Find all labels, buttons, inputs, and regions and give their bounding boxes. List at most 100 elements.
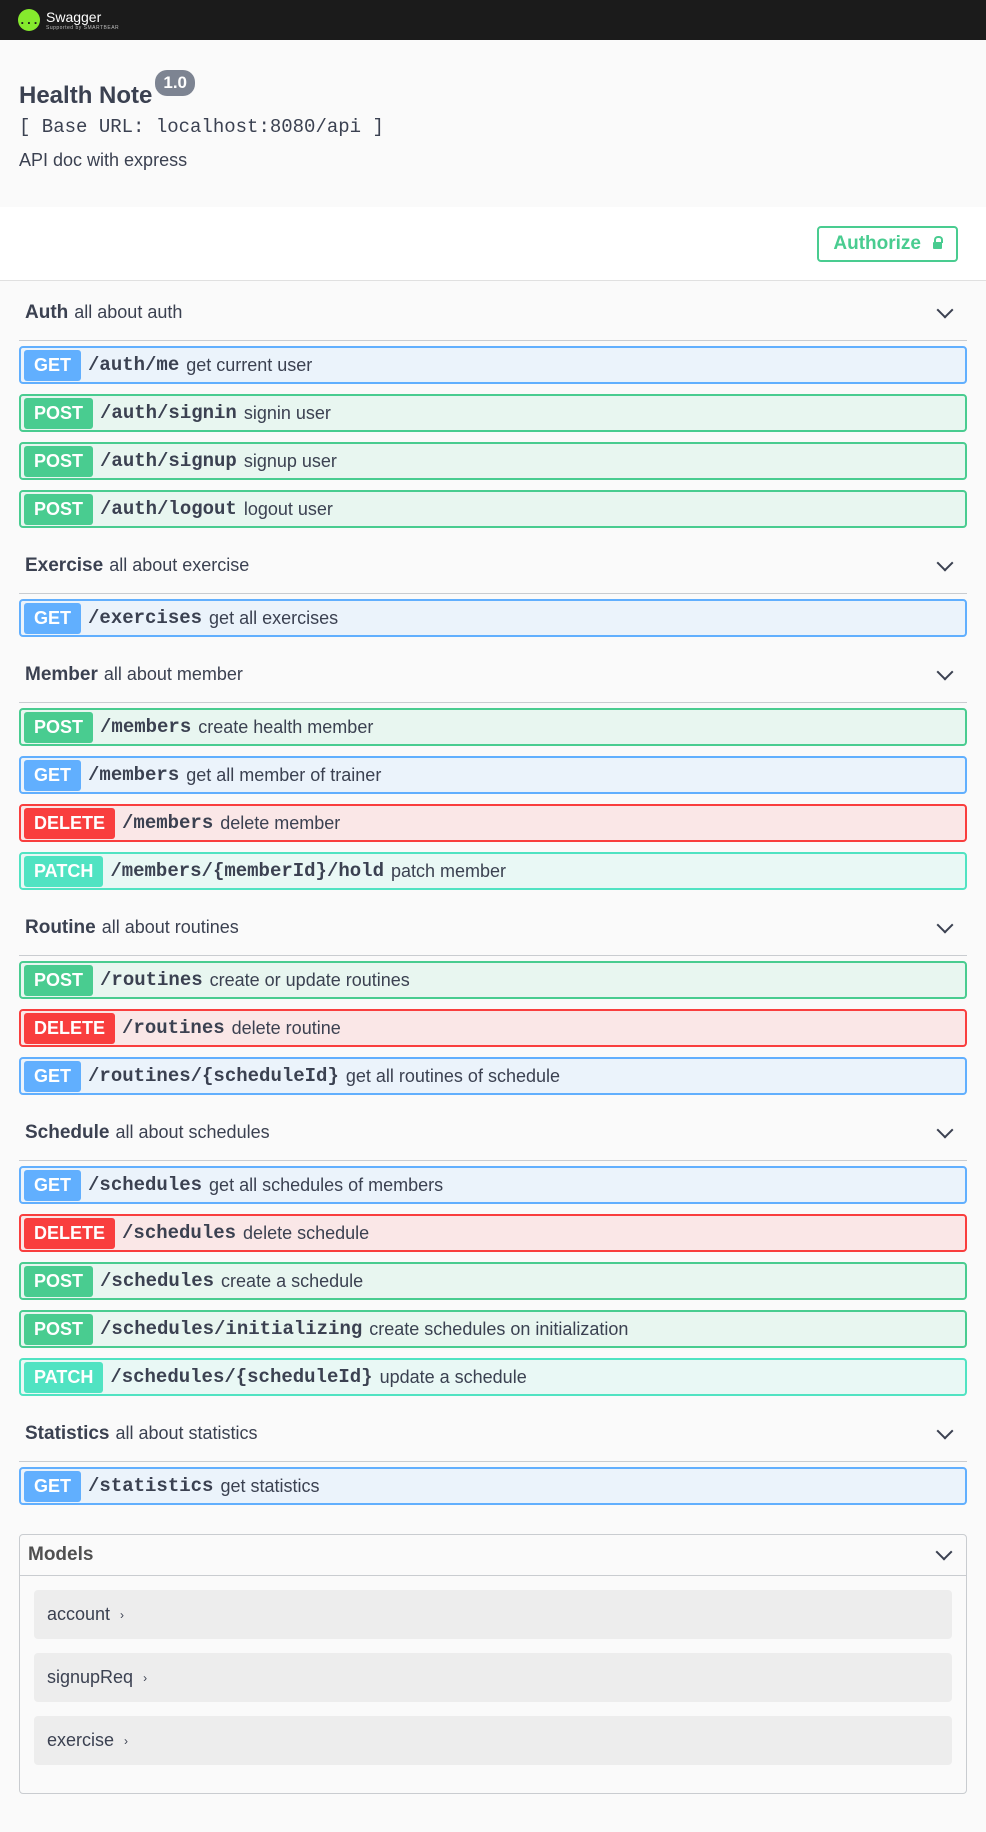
model-item[interactable]: exercise › <box>34 1716 952 1765</box>
model-name: account <box>47 1604 111 1624</box>
tag-header-statistics[interactable]: Statistics all about statistics <box>19 1406 967 1462</box>
operation-summary: get all member of trainer <box>186 764 382 785</box>
model-name: signupReq <box>47 1667 134 1687</box>
model-item[interactable]: account › <box>34 1590 952 1639</box>
operation-get[interactable]: GET/statistics get statistics <box>19 1467 967 1505</box>
method-badge: POST <box>24 445 94 477</box>
chevron-down-icon <box>936 663 954 680</box>
operation-post[interactable]: POST/auth/signup signup user <box>19 442 967 480</box>
tag-section-schedule: Schedule all about schedules GET/schedules… <box>19 1105 967 1396</box>
operation-delete[interactable]: DELETE/members delete member <box>19 804 967 842</box>
operation-path: /schedules/{scheduleId} <box>110 1366 373 1388</box>
method-badge: POST <box>24 964 94 996</box>
operation-get[interactable]: GET/exercises get all exercises <box>19 599 967 637</box>
tag-description: all about statistics <box>115 1423 258 1443</box>
method-badge: DELETE <box>24 1217 116 1249</box>
swagger-logo[interactable]: {...} Swagger Supported by SMARTBEAR <box>12 8 119 31</box>
tag-header-member[interactable]: Member all about member <box>19 647 967 703</box>
tag-description: all about schedules <box>115 1122 270 1142</box>
chevron-down-icon <box>936 1121 954 1138</box>
method-badge: POST <box>24 493 94 525</box>
models-list: account › signupReq › exercise › <box>20 1576 966 1793</box>
operation-summary: create health member <box>198 716 374 737</box>
operation-patch[interactable]: PATCH/schedules/{scheduleId} update a sch… <box>19 1358 967 1396</box>
tag-name: Member <box>25 663 98 685</box>
operation-summary: delete schedule <box>243 1222 370 1243</box>
tag-name: Statistics <box>25 1422 110 1444</box>
operation-get[interactable]: GET/routines/{scheduleId} get all routine… <box>19 1057 967 1095</box>
operation-summary: create schedules on initialization <box>369 1318 629 1339</box>
model-item[interactable]: signupReq › <box>34 1653 952 1702</box>
operation-patch[interactable]: PATCH/members/{memberId}/hold patch membe… <box>19 852 967 890</box>
chevron-down-icon <box>936 1422 954 1439</box>
operation-path: /routines <box>100 969 203 991</box>
tag-section-exercise: Exercise all about exercise GET/exercises g… <box>19 538 967 637</box>
authorize-label: Authorize <box>833 232 921 254</box>
operation-delete[interactable]: DELETE/schedules delete schedule <box>19 1214 967 1252</box>
tag-header-auth[interactable]: Auth all about auth <box>19 285 967 341</box>
method-badge: GET <box>24 1169 82 1201</box>
operation-post[interactable]: POST/auth/signin signin user <box>19 394 967 432</box>
tag-section-auth: Auth all about auth GET/auth/me get current… <box>19 285 967 528</box>
method-badge: POST <box>24 1313 94 1345</box>
operation-path: /members <box>100 716 192 738</box>
method-badge: DELETE <box>24 807 116 839</box>
operation-get[interactable]: GET/auth/me get current user <box>19 346 967 384</box>
operation-post[interactable]: POST/auth/logout logout user <box>19 490 967 528</box>
api-info: Health Note 1.0 [ Base URL: localhost:80… <box>0 40 986 207</box>
method-badge: GET <box>24 1060 82 1092</box>
models-title: Models <box>28 1544 94 1565</box>
base-url: [ Base URL: localhost:8080/api ] <box>19 116 384 138</box>
operation-path: /schedules <box>122 1222 237 1244</box>
tag-name: Auth <box>25 301 69 323</box>
operation-path: /routines <box>122 1017 225 1039</box>
models-section: Models account › signupReq › exercise › <box>19 1534 967 1794</box>
model-name: exercise <box>47 1730 115 1750</box>
operation-get[interactable]: GET/schedules get all schedules of member… <box>19 1166 967 1204</box>
operation-summary: get all schedules of members <box>209 1174 444 1195</box>
method-badge: PATCH <box>24 855 104 887</box>
chevron-down-icon <box>936 916 954 933</box>
operation-path: /members/{memberId}/hold <box>110 860 384 882</box>
tag-description: all about routines <box>101 917 239 937</box>
tag-section-member: Member all about member POST/members create… <box>19 647 967 890</box>
operation-path: /members <box>122 812 214 834</box>
operation-path: /members <box>88 764 180 786</box>
logo-title: Swagger <box>46 8 102 25</box>
operation-summary: logout user <box>243 498 333 519</box>
version-badge: 1.0 <box>155 70 195 96</box>
chevron-right-icon: › <box>120 1607 125 1622</box>
authorize-button[interactable]: Authorize <box>817 225 958 262</box>
operation-summary: create or update routines <box>209 969 410 990</box>
method-badge: POST <box>24 397 94 429</box>
method-badge: GET <box>24 759 82 791</box>
method-badge: POST <box>24 1265 94 1297</box>
operation-post[interactable]: POST/schedules create a schedule <box>19 1262 967 1300</box>
operation-post[interactable]: POST/members create health member <box>19 708 967 746</box>
tag-header-schedule[interactable]: Schedule all about schedules <box>19 1105 967 1161</box>
operation-path: /schedules <box>100 1270 215 1292</box>
method-badge: PATCH <box>24 1361 104 1393</box>
tag-description: all about auth <box>74 302 183 322</box>
operation-summary: get all routines of schedule <box>345 1065 560 1086</box>
operation-path: /auth/signup <box>100 450 237 472</box>
tag-header-routine[interactable]: Routine all about routines <box>19 900 967 956</box>
chevron-right-icon: › <box>143 1670 148 1685</box>
operation-get[interactable]: GET/members get all member of trainer <box>19 756 967 794</box>
api-title: Health Note <box>19 82 153 109</box>
operation-summary: delete routine <box>231 1017 341 1038</box>
operation-summary: get statistics <box>220 1475 320 1496</box>
tag-header-exercise[interactable]: Exercise all about exercise <box>19 538 967 594</box>
operation-path: /routines/{scheduleId} <box>88 1065 339 1087</box>
operation-post[interactable]: POST/routines create or update routines <box>19 961 967 999</box>
tag-name: Exercise <box>25 554 104 576</box>
operation-delete[interactable]: DELETE/routines delete routine <box>19 1009 967 1047</box>
operation-summary: create a schedule <box>221 1270 364 1291</box>
chevron-down-icon <box>936 554 954 571</box>
models-header[interactable]: Models <box>20 1535 966 1576</box>
operation-summary: signin user <box>243 402 331 423</box>
operation-summary: get all exercises <box>209 607 339 628</box>
tag-description: all about exercise <box>109 555 250 575</box>
operation-path: /auth/logout <box>100 498 237 520</box>
operation-post[interactable]: POST/schedules/initializing create schedu… <box>19 1310 967 1348</box>
